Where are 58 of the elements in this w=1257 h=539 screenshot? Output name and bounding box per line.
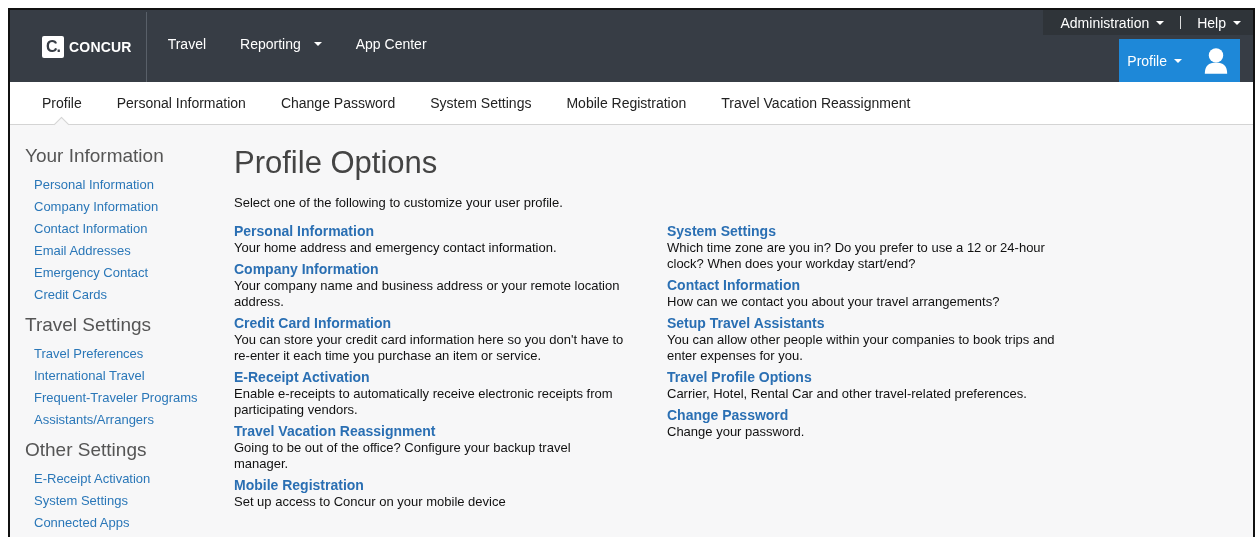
sidebar-link[interactable]: System Settings (25, 490, 220, 512)
option-link[interactable]: Travel Vacation Reassignment (234, 423, 627, 440)
option-link[interactable]: Mobile Registration (234, 477, 627, 494)
option-description: You can allow other people within your companies to book trips and enter expenses for you. (667, 332, 1056, 364)
caret-icon (313, 42, 322, 46)
nav-link[interactable]: App Center (338, 36, 444, 52)
sidebar-link[interactable]: Company Information (25, 196, 220, 218)
option-link[interactable]: Company Information (234, 261, 627, 278)
sidebar-link[interactable]: Emergency Contact (25, 262, 220, 284)
option-description: Which time zone are you in? Do you prefer to use a 12 or 24-hour clock? When does your workday start/end? (667, 240, 1046, 272)
option-description: Your company name and business address or your remote location address. (234, 278, 621, 310)
tab[interactable]: System Settings (430, 82, 532, 124)
option-description: How can we contact you about your travel arrangements? (667, 294, 1001, 310)
sidebar-link[interactable]: Assistants/Arrangers (25, 409, 220, 431)
sidebar-link[interactable]: Frequent-Traveler Programs (25, 387, 220, 409)
option-link[interactable]: E-Receipt Activation (234, 369, 627, 386)
tab[interactable]: Travel Vacation Reassignment (721, 82, 911, 124)
utility-link[interactable]: Administration (1060, 14, 1165, 31)
option-link[interactable]: Travel Profile Options (667, 369, 1060, 386)
sidebar-link[interactable]: International Travel (25, 365, 220, 387)
profile-button[interactable]: Profile (1119, 39, 1240, 82)
option-link[interactable]: Personal Information (234, 223, 627, 240)
sidebar-link[interactable]: Travel Preferences (25, 343, 220, 365)
option-description: Carrier, Hotel, Rental Car and other travel-related preferences. (667, 386, 1028, 402)
option-description: Your home address and emergency contact information. (234, 240, 558, 256)
logo-mark[interactable]: C. (42, 36, 64, 58)
tab[interactable]: Personal Information (116, 82, 246, 124)
option-link[interactable]: Credit Card Information (234, 315, 627, 332)
page-title: Profile Options (234, 145, 439, 181)
sidebar-link[interactable]: Email Addresses (25, 240, 220, 262)
sidebar-heading: Other Settings (25, 439, 148, 461)
sidebar-heading: Your Information (25, 145, 165, 167)
caret-icon (1174, 58, 1182, 63)
logo-text[interactable]: CONCUR (69, 39, 132, 55)
tab[interactable]: Change Password (280, 82, 396, 124)
tab[interactable]: Mobile Registration (566, 82, 687, 124)
intro-text: Select one of the following to customize your user profile. (234, 195, 564, 210)
user-avatar-icon (1204, 46, 1228, 75)
option-link[interactable]: System Settings (667, 223, 1060, 240)
sidebar-link[interactable]: Connected Apps (25, 512, 220, 534)
caret-icon (1233, 20, 1241, 25)
sidebar-link[interactable]: E-Receipt Activation (25, 468, 220, 490)
option-link[interactable]: Change Password (667, 407, 1060, 424)
option-description: You can store your credit card information here so you don't have to re-enter it each time you purchase an item or service. (234, 332, 625, 364)
option-link[interactable]: Contact Information (667, 277, 1060, 294)
nav-link[interactable]: Reporting (223, 36, 339, 52)
nav-link[interactable]: Travel (150, 36, 224, 52)
sidebar-link[interactable]: Credit Cards (25, 284, 220, 306)
utility-link[interactable]: Help (1197, 14, 1241, 31)
sidebar-link[interactable]: Personal Information (25, 174, 220, 196)
option-description: Going to be out of the office? Configure your backup travel manager. (234, 440, 572, 472)
sidebar-link[interactable]: Contact Information (25, 218, 220, 240)
option-description: Enable e-receipts to automatically receive electronic receipts from participating vendors. (234, 386, 614, 418)
option-link[interactable]: Setup Travel Assistants (667, 315, 1060, 332)
option-description: Set up access to Concur on your mobile device (234, 494, 507, 510)
option-description: Change your password. (667, 424, 806, 440)
caret-icon (1156, 20, 1165, 25)
sidebar-heading: Travel Settings (25, 314, 152, 336)
